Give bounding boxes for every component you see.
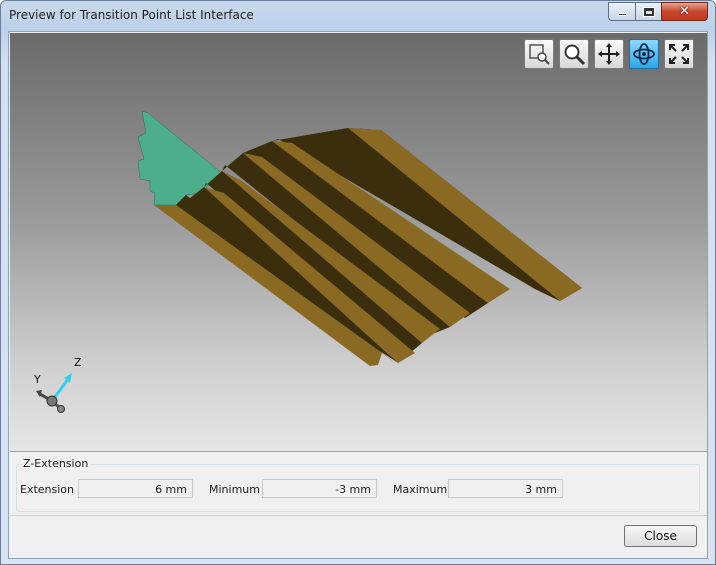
extension-value-field: 6 mm: [78, 479, 193, 498]
axis-y-label: Y: [33, 373, 41, 386]
z-extension-group-title: Z-Extension: [21, 457, 91, 470]
z-extension-group: Z-Extension Extension 6 mm Minimum -3 mm…: [16, 457, 700, 512]
settings-panel: Z-Extension Extension 6 mm Minimum -3 mm…: [10, 453, 707, 558]
minimize-icon: [617, 13, 627, 16]
profile-3d-model: [137, 110, 582, 366]
preview-window: Preview for Transition Point List Interf…: [0, 0, 716, 565]
minimize-button[interactable]: [608, 2, 635, 21]
axis-z-label: Z: [74, 356, 82, 369]
zoom-button[interactable]: [559, 39, 589, 69]
pan-button[interactable]: [594, 39, 624, 69]
maximize-button[interactable]: [635, 2, 661, 21]
3d-preview-viewport[interactable]: Z Y: [10, 33, 707, 452]
fit-all-icon: [669, 44, 689, 64]
window-title: Preview for Transition Point List Interf…: [9, 8, 254, 22]
panel-separator: [10, 515, 707, 516]
title-bar[interactable]: Preview for Transition Point List Interf…: [1, 1, 715, 31]
close-button[interactable]: Close: [624, 525, 697, 547]
maximum-label: Maximum: [393, 483, 448, 496]
extension-label: Extension: [20, 483, 75, 496]
axis-triad: Z Y: [33, 356, 82, 413]
window-close-button[interactable]: ✕: [661, 2, 708, 21]
rotate-button[interactable]: [629, 39, 659, 69]
maximize-icon: [643, 7, 654, 16]
view-toolbar: [524, 39, 694, 69]
minimum-label: Minimum: [209, 483, 260, 496]
minimum-value-field: -3 mm: [262, 479, 377, 498]
fit-all-button[interactable]: [664, 39, 694, 69]
zoom-window-button[interactable]: [524, 39, 554, 69]
rotate-orbit-icon: [633, 43, 655, 65]
pan-arrows-icon: [598, 43, 620, 65]
maximum-value-field: 3 mm: [448, 479, 563, 498]
window-controls: ✕: [608, 2, 708, 21]
close-icon: ✕: [679, 4, 690, 19]
zoom-window-icon: [529, 44, 550, 65]
magnifier-icon: [564, 44, 586, 66]
dialog-client-area: Z Y Z-Extension Extension 6 mm Minimum -…: [8, 31, 708, 559]
